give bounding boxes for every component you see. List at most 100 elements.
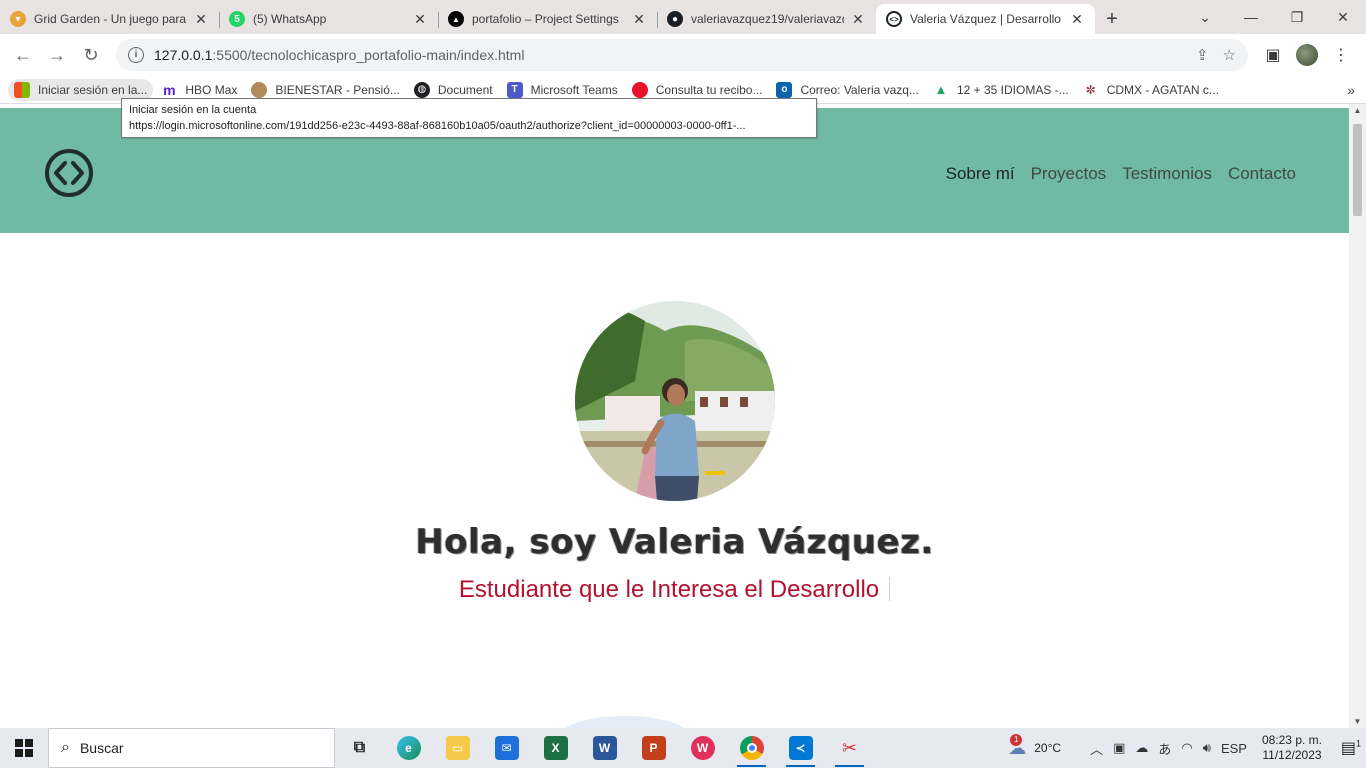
clock-time: 08:23 p. m.: [1261, 733, 1322, 747]
bookmark-label: Document: [437, 82, 493, 97]
code-logo-icon[interactable]: [44, 148, 94, 198]
vscode-icon[interactable]: ≺: [776, 728, 825, 768]
url-host: 127.0.0.1: [154, 47, 213, 63]
carrot-icon: ▾: [10, 11, 26, 27]
wps-icon[interactable]: W: [678, 728, 727, 768]
url-path: :5500/tecnolochicaspro_portafolio-main/i…: [212, 47, 525, 63]
chevron-up-icon[interactable]: ︿: [1090, 739, 1103, 758]
bookmark-label: Microsoft Teams: [530, 82, 618, 97]
meet-now-icon[interactable]: ▣: [1113, 740, 1125, 756]
taskbar: ⌕ Buscar ⧉ e ▭ ✉ X W P W ≺ ✂ ☁ 1 20°C ︿ ▣…: [0, 728, 1366, 768]
close-icon[interactable]: ✕: [631, 11, 647, 27]
weather-temp: 20°C: [1034, 741, 1062, 755]
chrome-icon[interactable]: [727, 728, 776, 768]
side-panel-icon[interactable]: ▣: [1256, 40, 1290, 70]
close-icon[interactable]: ✕: [1069, 11, 1085, 27]
profile-avatar[interactable]: [1290, 40, 1324, 70]
clock-date: 11/12/2023: [1262, 748, 1322, 762]
notification-icon[interactable]: ▤1: [1336, 738, 1366, 758]
word-icon[interactable]: W: [580, 728, 629, 768]
bookmark-cdmx[interactable]: ✼ CDMX - AGATAN c...: [1077, 79, 1225, 101]
bookmark-tooltip: Iniciar sesión en la cuenta https://logi…: [121, 98, 817, 138]
ime-icon[interactable]: あ: [1158, 739, 1171, 758]
nav-testimonios[interactable]: Testimonios: [1122, 164, 1212, 184]
tab-title: portafolio – Project Settings: [472, 12, 619, 26]
back-button[interactable]: ←: [8, 40, 38, 70]
clock[interactable]: 08:23 p. m. 11/12/2023: [1262, 733, 1322, 763]
tab-vercel[interactable]: ▲ portafolio – Project Settings ✕: [438, 4, 657, 34]
tab-search-icon[interactable]: ⌄: [1182, 9, 1228, 26]
address-bar[interactable]: i 127.0.0.1:5500/tecnolochicaspro_portaf…: [116, 39, 1248, 71]
tab-grid-garden[interactable]: ▾ Grid Garden - Un juego para ✕: [0, 4, 219, 34]
restore-icon[interactable]: ❐: [1274, 9, 1320, 26]
tab-title: Valeria Vázquez | Desarrollo: [910, 12, 1061, 26]
hero-subtitle-text: Estudiante que le Interesa el Desarrollo: [458, 576, 880, 603]
onedrive-icon[interactable]: ☁: [1135, 740, 1148, 756]
volume-icon[interactable]: 🔊︎: [1203, 740, 1211, 756]
tooltip-title: Iniciar sesión en la cuenta: [129, 104, 257, 116]
site-info-icon[interactable]: i: [128, 47, 144, 63]
forward-button[interactable]: →: [42, 40, 72, 70]
hero-subtitle: Estudiante que le Interesa el Desarrollo: [0, 576, 1349, 604]
bienestar-icon: [251, 81, 268, 98]
tab-github[interactable]: ● valeriavazquez19/valeriavazq ✕: [657, 4, 876, 34]
bookmark-idiomas[interactable]: ▲ 12 + 35 IDIOMAS -...: [927, 79, 1075, 101]
file-explorer-icon[interactable]: ▭: [433, 728, 482, 768]
bookmark-label: CDMX - AGATAN c...: [1106, 82, 1219, 97]
tab-strip: ▾ Grid Garden - Un juego para ✕ 5 (5) Wh…: [0, 0, 1366, 34]
minimize-icon[interactable]: —: [1228, 9, 1274, 25]
site-nav: Sobre mí Proyectos Testimonios Contacto: [946, 164, 1296, 184]
microsoft-icon: [14, 81, 30, 98]
globe-icon: ◍: [413, 81, 430, 98]
weather-widget[interactable]: ☁ 1 20°C: [1008, 733, 1062, 759]
close-icon[interactable]: ✕: [850, 11, 866, 27]
close-icon[interactable]: ✕: [193, 11, 209, 27]
excel-icon[interactable]: X: [531, 728, 580, 768]
bookmark-label: BIENESTAR - Pensió...: [275, 82, 400, 97]
page-viewport: Sobre mí Proyectos Testimonios Contacto: [0, 104, 1366, 728]
tab-portfolio[interactable]: <> Valeria Vázquez | Desarrollo ✕: [876, 4, 1095, 34]
tab-whatsapp[interactable]: 5 (5) WhatsApp ✕: [219, 4, 438, 34]
window-controls: ⌄ — ❐ ✕: [1182, 0, 1366, 34]
wifi-icon[interactable]: ◠: [1181, 740, 1192, 756]
tab-title: Grid Garden - Un juego para: [34, 12, 187, 26]
notification-count: 1: [1356, 738, 1362, 749]
browser-toolbar: ← → ↻ i 127.0.0.1:5500/tecnolochicaspro_…: [0, 34, 1366, 76]
google-drive-icon: ▲: [934, 82, 948, 97]
bookmark-star-icon[interactable]: ☆: [1223, 46, 1236, 64]
scrollbar-thumb[interactable]: [1353, 124, 1362, 216]
system-tray: ☁ 1 20°C ︿ ▣ ☁ あ ◠ 🔊︎ ESP 08:23 p. m. 11/…: [1008, 728, 1366, 768]
mail-icon[interactable]: ✉: [482, 728, 531, 768]
bookmark-label: Correo: Valeria vazq...: [800, 82, 919, 97]
nav-proyectos[interactable]: Proyectos: [1031, 164, 1107, 184]
scroll-down-icon[interactable]: ▼: [1349, 717, 1366, 726]
reload-button[interactable]: ↻: [76, 40, 106, 70]
more-bookmarks-icon[interactable]: »: [1336, 82, 1366, 98]
close-icon[interactable]: ✕: [412, 11, 428, 27]
bookmark-label: Consulta tu recibo...: [655, 82, 763, 97]
powerpoint-icon[interactable]: P: [629, 728, 678, 768]
outlook-icon: o: [776, 81, 793, 98]
page-scrollbar[interactable]: ▲ ▼: [1349, 104, 1366, 728]
window-close-icon[interactable]: ✕: [1320, 9, 1366, 26]
edge-icon[interactable]: e: [384, 728, 433, 768]
bookmark-label: 12 + 35 IDIOMAS -...: [956, 82, 1069, 97]
language-indicator[interactable]: ESP: [1221, 741, 1247, 756]
red-circle-icon: [631, 81, 648, 98]
snipping-tool-icon[interactable]: ✂: [825, 728, 874, 768]
search-placeholder: Buscar: [79, 740, 124, 756]
nav-contacto[interactable]: Contacto: [1228, 164, 1296, 184]
hero-title: Hola, soy Valeria Vázquez.: [415, 522, 934, 562]
taskbar-search[interactable]: ⌕ Buscar: [48, 728, 335, 768]
new-tab-button[interactable]: +: [1095, 4, 1129, 34]
whatsapp-icon: 5: [229, 11, 245, 27]
windows-icon: [15, 739, 33, 757]
menu-kebab-icon[interactable]: ⋮: [1324, 40, 1358, 70]
task-view-icon[interactable]: ⧉: [335, 728, 384, 768]
tab-title: (5) WhatsApp: [253, 12, 327, 26]
share-icon[interactable]: ⇪: [1196, 46, 1209, 64]
nav-sobre-mi[interactable]: Sobre mí: [946, 164, 1015, 184]
cloud-icon: ☁ 1: [1008, 733, 1027, 758]
scroll-up-icon[interactable]: ▲: [1349, 106, 1366, 115]
start-button[interactable]: [0, 728, 48, 768]
